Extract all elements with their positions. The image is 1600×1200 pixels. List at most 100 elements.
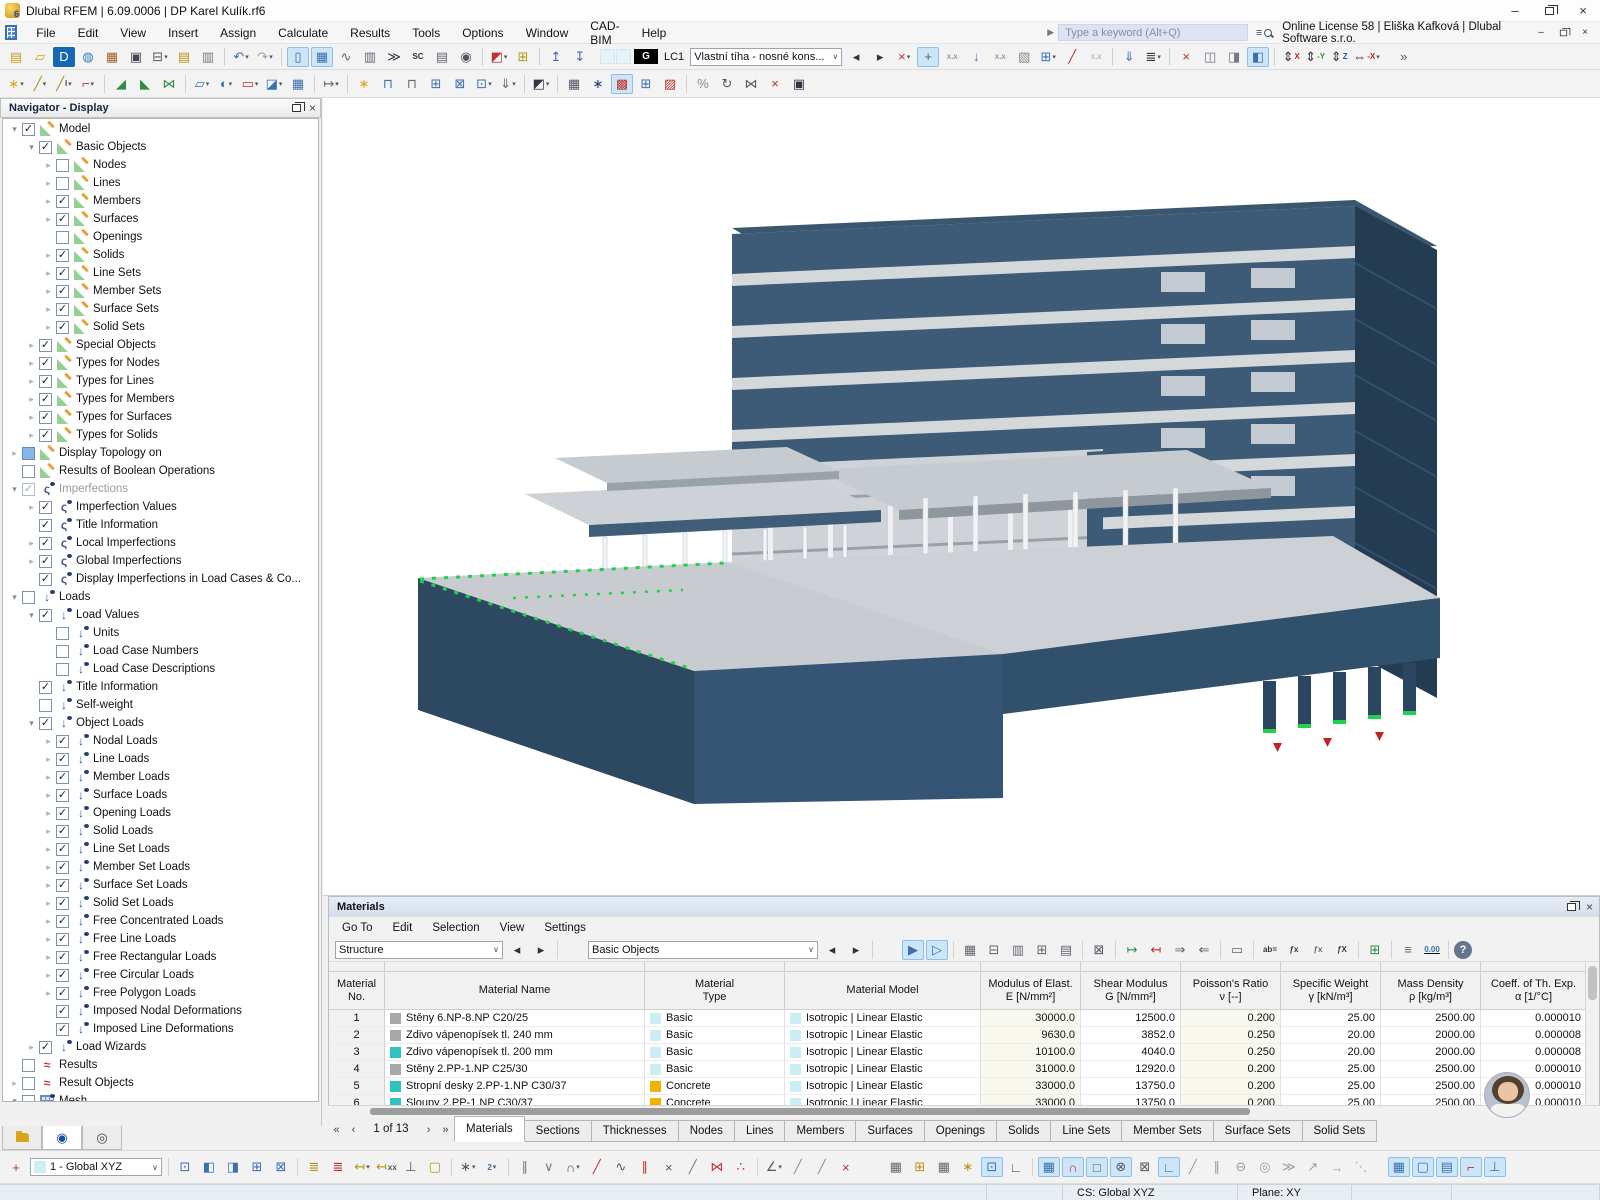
tree-expander-icon[interactable]: ▸	[24, 538, 39, 549]
tree-checkbox[interactable]	[39, 698, 52, 712]
tree-item-mesh[interactable]: ▾ Mesh	[3, 1092, 318, 1101]
tree-item-result-objects[interactable]: ▸ ≈ Result Objects	[3, 1074, 318, 1092]
tree-item-free-concentrated-loads[interactable]: ▸ ✓ ↓ Free Concentrated Loads	[3, 912, 318, 930]
new-member-load-icon[interactable]: ⊓	[401, 74, 423, 94]
tree-expander-icon[interactable]: ▾	[7, 484, 22, 495]
doc-close-button[interactable]: ×	[1574, 25, 1596, 41]
edit-box-5-icon[interactable]: ⊠	[270, 1157, 292, 1177]
tree-expander-icon[interactable]: ▸	[41, 934, 56, 945]
add-table-icon[interactable]: ⊞	[512, 47, 534, 67]
tree-expander-icon[interactable]: ▸	[7, 448, 22, 459]
load-case-combo[interactable]: Vlastní tíha - nosné kons... ∨	[690, 47, 843, 66]
tree-item-global-imperfections[interactable]: ▸ ✓ ς Global Imperfections	[3, 552, 318, 570]
tree-checkbox[interactable]: ✓	[56, 788, 69, 802]
table-rows-icon[interactable]: ▤	[1055, 940, 1077, 960]
snap-magnet-icon[interactable]: ∩	[1061, 1157, 1084, 1177]
tree-checkbox[interactable]: ✓	[56, 1004, 69, 1018]
tree-item-member-set-loads[interactable]: ▸ ✓ ↓ Member Set Loads	[3, 858, 318, 876]
restore-button[interactable]	[1532, 0, 1566, 21]
tree-item-member-sets[interactable]: ▸ ✓ Member Sets	[3, 282, 318, 300]
guide-lines-icon[interactable]: ∥	[514, 1157, 536, 1177]
import-model-icon[interactable]: ▦	[101, 47, 123, 67]
tree-item-title-information[interactable]: ✓ ↓ Title Information	[3, 678, 318, 696]
column-header[interactable]: Material Name	[385, 972, 645, 1010]
panel-window-icon[interactable]: ▥	[359, 47, 381, 67]
tree-expander-icon[interactable]: ▸	[41, 160, 56, 171]
new-surface-icon[interactable]: ▱ ▾	[191, 74, 213, 94]
tree-checkbox[interactable]: ✓	[56, 212, 69, 226]
tree-item-imperfection-values[interactable]: ▸ ✓ ς Imperfection Values	[3, 498, 318, 516]
helper-3-icon[interactable]: ×	[835, 1157, 857, 1177]
tree-checkbox[interactable]: ✓	[56, 752, 69, 766]
new-polyline-icon[interactable]: ⌐ ▾	[77, 74, 99, 94]
materials-menu-edit[interactable]: Edit	[383, 917, 421, 938]
helper-1-icon[interactable]: ╱	[787, 1157, 809, 1177]
tree-expander-icon[interactable]: ▸	[24, 412, 39, 423]
select-grid-icon[interactable]: ▦	[1387, 1157, 1410, 1177]
tree-checkbox[interactable]	[56, 644, 69, 658]
tree-expander-icon[interactable]: ▸	[41, 826, 56, 837]
tree-expander-icon[interactable]: ▸	[41, 916, 56, 927]
tree-checkbox[interactable]: ✓	[22, 482, 35, 496]
select-pin-icon[interactable]: ⊥	[1483, 1157, 1506, 1177]
tree-item-surfaces[interactable]: ▸ ✓ Surfaces	[3, 210, 318, 228]
structure-next-icon[interactable]: ▸	[530, 940, 552, 960]
dlubal-online-icon[interactable]: D	[53, 46, 75, 67]
tree-expander-icon[interactable]: ▾	[7, 124, 22, 135]
delete-row-icon[interactable]: ⊠	[1088, 940, 1110, 960]
numbering-tool-icon[interactable]: 2 ▾	[481, 1157, 503, 1177]
tree-checkbox[interactable]: ✓	[56, 878, 69, 892]
tree-item-types-for-lines[interactable]: ▸ ✓ Types for Lines	[3, 372, 318, 390]
calculation-params-icon[interactable]: ▣	[788, 74, 810, 94]
table-tab-nodes[interactable]: Nodes	[677, 1120, 735, 1142]
fx-global-icon[interactable]: ƒX	[1331, 940, 1353, 960]
objects-next-icon[interactable]: ▸	[845, 940, 867, 960]
tree-item-surface-set-loads[interactable]: ▸ ✓ ↓ Surface Set Loads	[3, 876, 318, 894]
new-model-icon[interactable]: ▤	[5, 47, 27, 67]
tree-checkbox[interactable]: ✓	[56, 320, 69, 334]
values-display-icon[interactable]: x.x	[1085, 47, 1107, 67]
new-point-tool-icon[interactable]: ∗ ▾	[457, 1157, 479, 1177]
tree-checkbox[interactable]: ✓	[56, 932, 69, 946]
tree-expander-icon[interactable]: ▸	[41, 196, 56, 207]
tree-checkbox[interactable]: ✓	[39, 680, 52, 694]
tree-item-units[interactable]: ↓ Units	[3, 624, 318, 642]
new-line-type-icon[interactable]: ╱ I ▾	[53, 74, 75, 94]
tree-expander-icon[interactable]: ▸	[41, 952, 56, 963]
tree-item-object-loads[interactable]: ▾ ✓ ↓ Object Loads	[3, 714, 318, 732]
tree-expander-icon[interactable]: ▸	[41, 736, 56, 747]
tree-checkbox[interactable]	[22, 1094, 35, 1101]
tree-expander-icon[interactable]: ▸	[24, 1042, 39, 1053]
angle-tool-icon[interactable]: ∠ ▾	[763, 1157, 785, 1177]
tree-expander-icon[interactable]: ▸	[41, 898, 56, 909]
export-left-icon[interactable]: ⇐	[1193, 940, 1215, 960]
snap-ellipse-icon[interactable]: ◎	[1254, 1157, 1276, 1177]
tree-item-model[interactable]: ▾ ✓ Model	[3, 120, 318, 138]
tree-item-types-for-nodes[interactable]: ▸ ✓ Types for Nodes	[3, 354, 318, 372]
tree-checkbox[interactable]: ✓	[39, 428, 52, 442]
table-help-icon[interactable]: ?	[1454, 940, 1472, 959]
tree-checkbox[interactable]	[22, 446, 35, 460]
table-tab-surface-sets[interactable]: Surface Sets	[1212, 1120, 1303, 1142]
menu-view[interactable]: View	[109, 22, 157, 44]
work-plane-combo[interactable]: 1 - Global XYZ ∨	[30, 1158, 162, 1176]
view-box-3-icon[interactable]: ◧	[1247, 46, 1270, 67]
export-right-icon[interactable]: ⇒	[1169, 940, 1191, 960]
printout-report-icon[interactable]: ▥	[197, 47, 219, 67]
tree-item-display-topology-on[interactable]: ▸ Display Topology on	[3, 444, 318, 462]
tree-item-imposed-nodal-deformations[interactable]: ✓ ↓ Imposed Nodal Deformations	[3, 1002, 318, 1020]
tree-item-results-of-boolean-operations[interactable]: Results of Boolean Operations	[3, 462, 318, 480]
table-tab-member-sets[interactable]: Member Sets	[1121, 1120, 1214, 1142]
table-tab-thicknesses[interactable]: Thicknesses	[590, 1120, 679, 1142]
tree-item-opening-loads[interactable]: ▸ ✓ ↓ Opening Loads	[3, 804, 318, 822]
tree-expander-icon[interactable]: ▸	[41, 808, 56, 819]
tree-checkbox[interactable]: ✓	[56, 968, 69, 982]
filter-rows-icon[interactable]: ≡	[1397, 940, 1419, 960]
column-header[interactable]: Shear Modulus G [N/mm²]	[1081, 972, 1181, 1010]
menu-options[interactable]: Options	[451, 22, 514, 44]
fx-edit-icon[interactable]: ƒx	[1283, 940, 1305, 960]
grid-spark-icon[interactable]: ∗	[957, 1157, 979, 1177]
clipping-box-icon[interactable]: ▢	[424, 1157, 446, 1177]
tree-item-free-rectangular-loads[interactable]: ▸ ✓ ↓ Free Rectangular Loads	[3, 948, 318, 966]
load-transfer-icon[interactable]: ⇓	[1118, 47, 1140, 67]
